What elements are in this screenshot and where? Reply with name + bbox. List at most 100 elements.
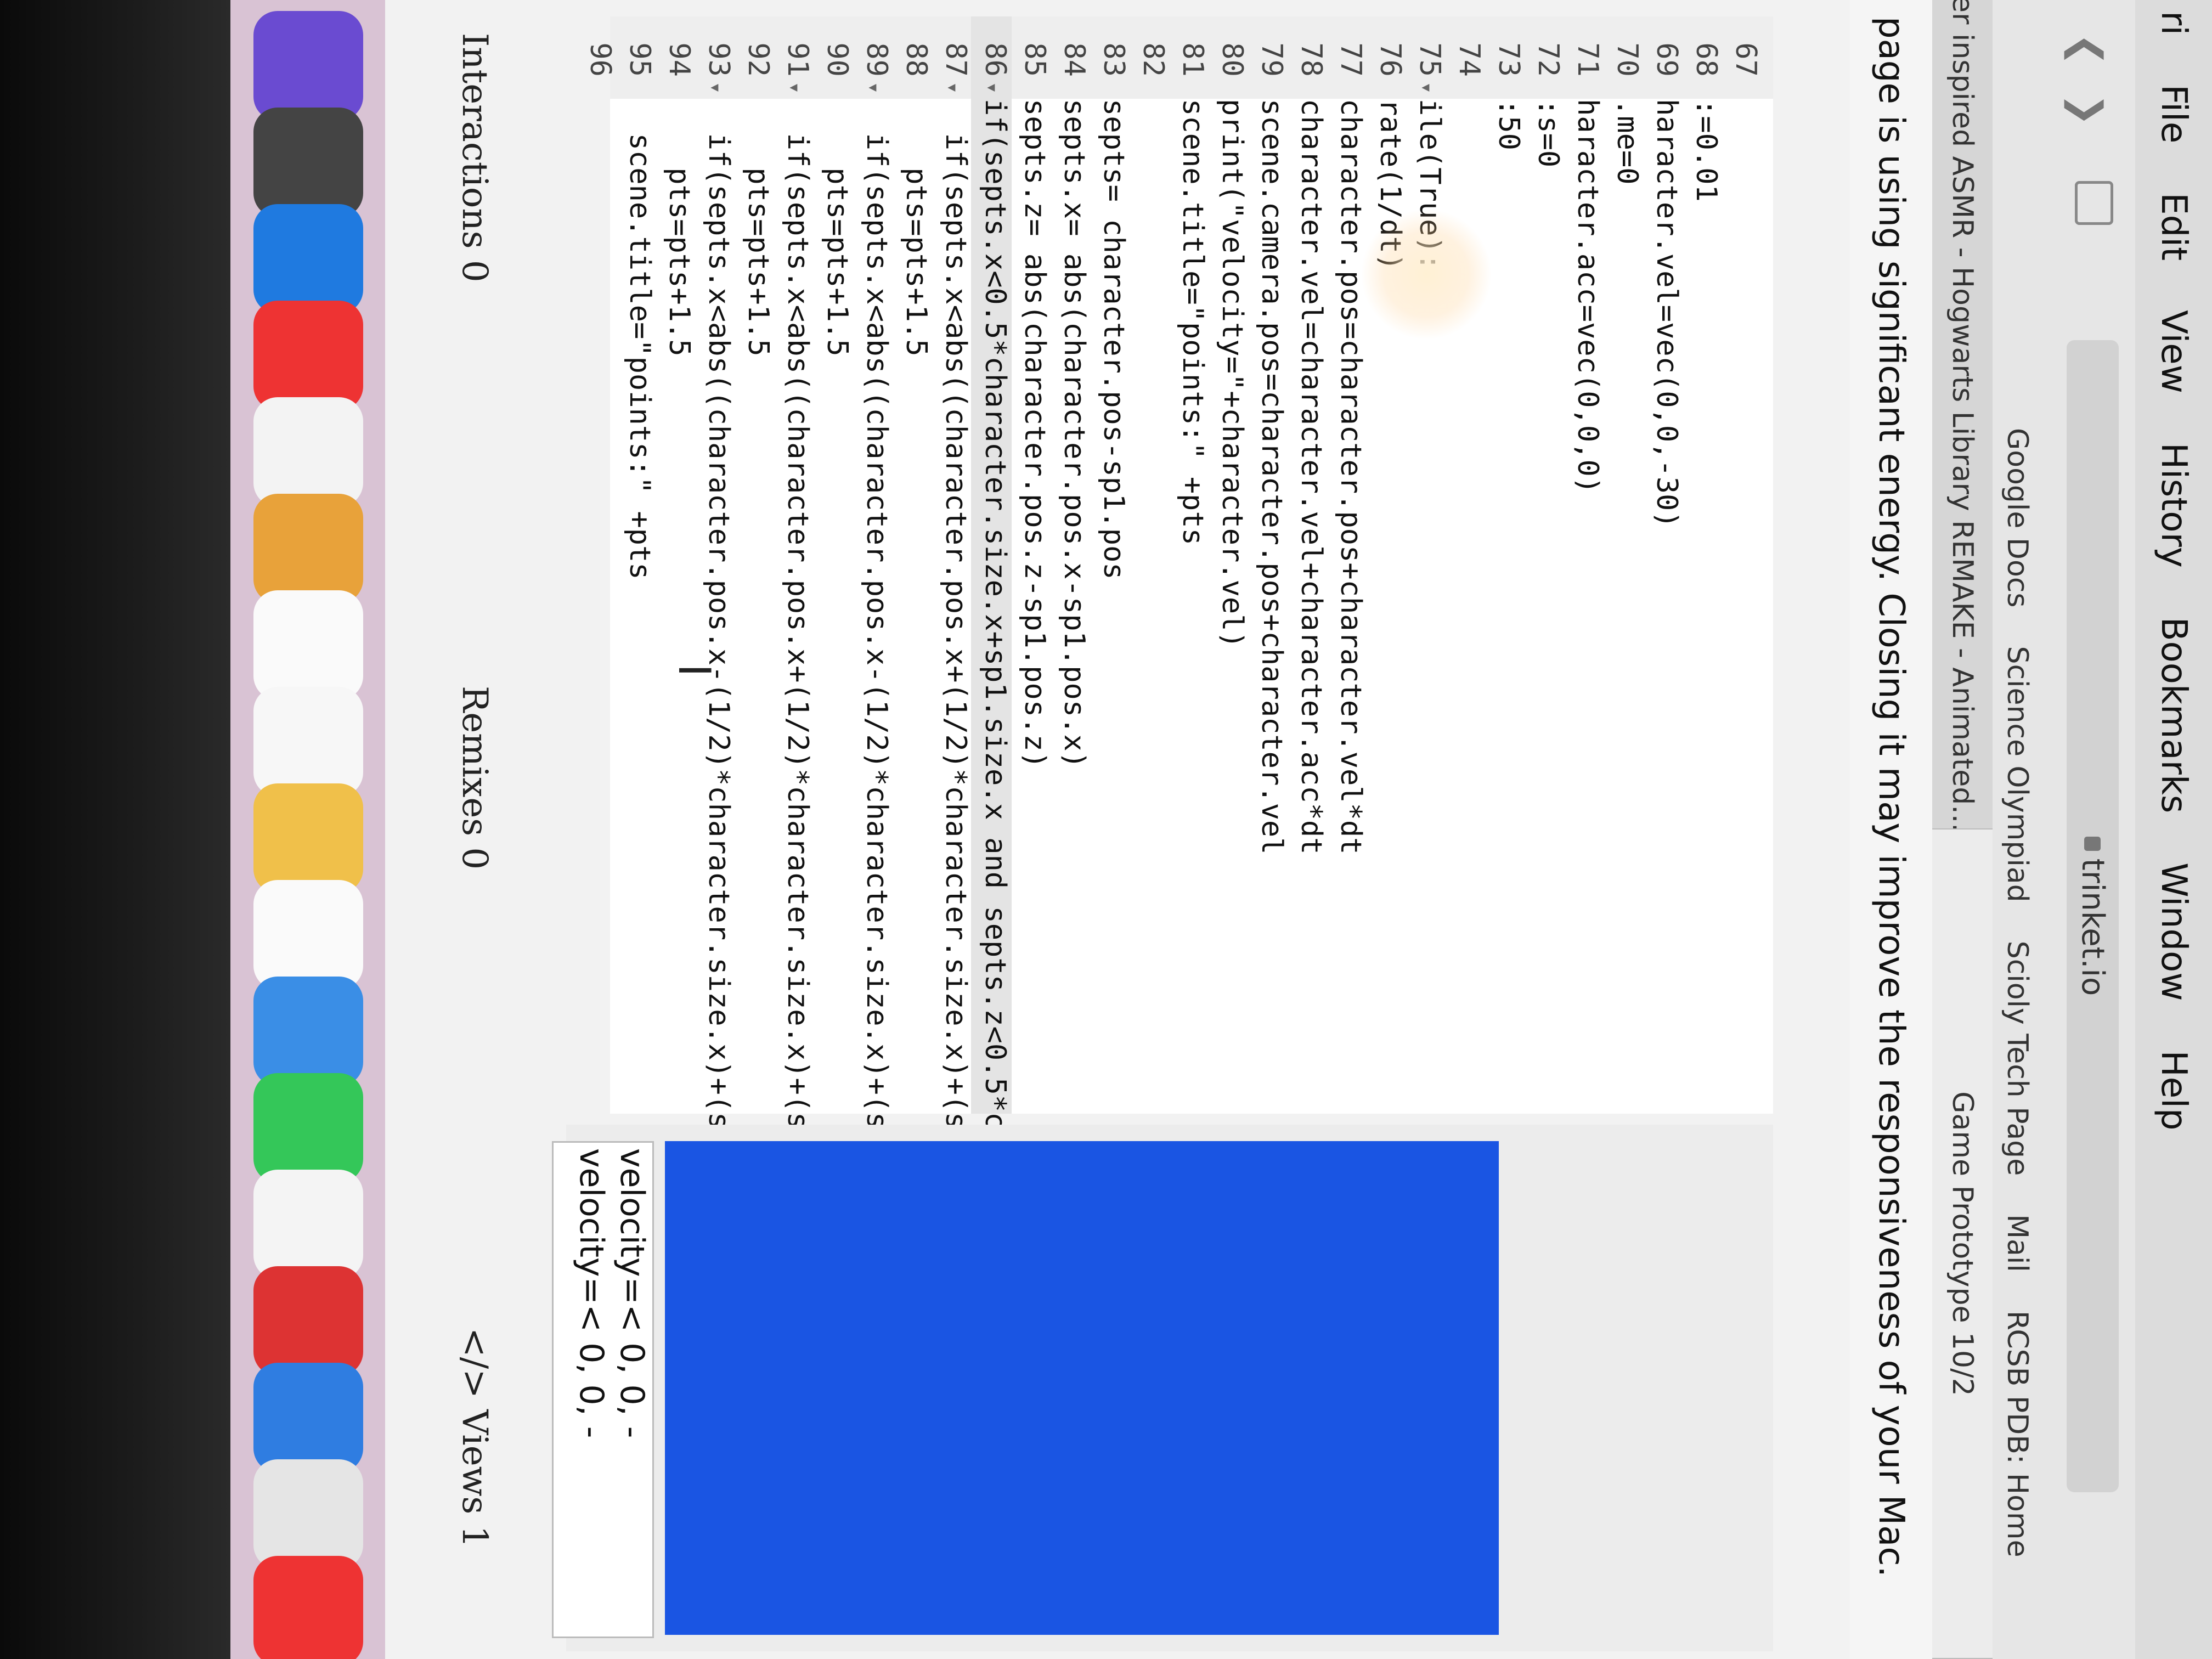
line-number: 72 xyxy=(1532,42,1565,77)
line-number: 71 xyxy=(1571,42,1604,77)
code-line[interactable]: 77 character.pos=character.pos+character.… xyxy=(1327,16,1367,1114)
code-line[interactable]: 82 xyxy=(1129,16,1170,1114)
menu-history[interactable]: History xyxy=(2153,443,2194,568)
code-line[interactable]: 92 pts=pts+1.5 xyxy=(734,16,775,1114)
code-line[interactable]: 71 haracter.acc=vec(0,0,0) xyxy=(1564,16,1604,1114)
vpython-scene-canvas[interactable] xyxy=(665,1141,1499,1635)
text-cursor-icon: I xyxy=(669,664,720,677)
code-line[interactable]: 93▾ if(septs.x<abs((character.pos.x-(1/2… xyxy=(695,16,735,1198)
menu-edit[interactable]: Edit xyxy=(2153,193,2194,261)
dock-app-icon[interactable] xyxy=(253,687,363,797)
code-line[interactable]: 68:=0.01 xyxy=(1682,16,1723,1114)
bookmarks-bar: Google Docs Science Olympiad Scioly Tech… xyxy=(1993,0,2042,1659)
code-line[interactable]: 94 pts=pts+1.5 xyxy=(655,16,696,1114)
code-text: scene.camera.pos=character.pos+character… xyxy=(1255,99,1288,855)
code-line[interactable]: 89▾ if(septs.x<abs((character.pos.x-(1/2… xyxy=(853,16,893,1198)
code-line[interactable]: 90 pts=pts+1.5 xyxy=(813,16,854,1114)
line-number: 79 xyxy=(1255,42,1288,77)
bookmark-science-olympiad[interactable]: Science Olympiad xyxy=(2001,646,2034,902)
dock-app-icon[interactable] xyxy=(253,1266,363,1376)
code-line[interactable]: 95 scene.title="points:" +pts xyxy=(616,16,656,1114)
menu-window[interactable]: Window xyxy=(2153,862,2194,1001)
line-number: 85 xyxy=(1018,42,1051,77)
code-line[interactable]: 87▾ if(septs.x<abs((character.pos.x+(1/2… xyxy=(932,16,972,1198)
dock-app-icon[interactable] xyxy=(253,880,363,990)
code-line[interactable]: 72:s=0 xyxy=(1524,16,1565,1114)
code-line[interactable]: 85 septs.z= abs(character.pos.z-sp1.pos.z… xyxy=(1011,16,1051,1114)
dock-app-icon[interactable] xyxy=(253,1073,363,1183)
console-line: velocity=< 0, 0, - xyxy=(613,1148,651,1438)
forward-icon[interactable]: ❯ xyxy=(2064,93,2111,126)
code-line[interactable]: 88 pts=pts+1.5 xyxy=(892,16,933,1114)
back-icon[interactable]: ❮ xyxy=(2064,33,2111,66)
code-line[interactable]: 80 print("velocity="+character.vel) xyxy=(1208,16,1249,1114)
tab-asmr[interactable]: otter inspired ASMR - Hogwarts Library R… xyxy=(1932,0,1993,830)
bookmark-rcsb[interactable]: RCSB PDB: Home xyxy=(2001,1311,2034,1558)
menu-bar: ri File Edit View History Bookmarks Wind… xyxy=(2135,0,2212,1659)
dock-app-icon[interactable] xyxy=(253,1556,363,1659)
bookmark-scioly-tech[interactable]: Scioly Tech Page xyxy=(2001,941,2034,1176)
dock-app-icon[interactable] xyxy=(253,1170,363,1279)
code-text: if(septs.x<abs((character.pos.x-(1/2)*ch… xyxy=(860,99,893,1198)
dock-app-icon[interactable] xyxy=(253,1363,363,1472)
code-line[interactable]: 76rate(1/dt) xyxy=(1366,16,1407,1114)
tab-game-prototype[interactable]: Game Prototype 10/2 xyxy=(1932,830,1993,1659)
menu-bookmarks[interactable]: Bookmarks xyxy=(2153,617,2194,814)
code-line[interactable]: 73:50 xyxy=(1485,16,1525,1114)
code-line[interactable]: 91▾ if(septs.x<abs((character.pos.x+(1/2… xyxy=(774,16,814,1198)
fold-arrow-icon[interactable]: ▾ xyxy=(783,77,806,99)
code-line[interactable]: 74 xyxy=(1445,16,1486,1114)
menu-app[interactable]: ri xyxy=(2153,11,2194,35)
fold-arrow-icon[interactable]: ▾ xyxy=(981,77,1003,99)
line-number: 89 xyxy=(860,42,893,77)
menu-file[interactable]: File xyxy=(2153,84,2194,143)
code-line[interactable]: 70 .me=0 xyxy=(1603,16,1644,1114)
code-text: if(septs.x<0.5*character.size.x+sp1.size… xyxy=(979,99,1012,1198)
fold-arrow-icon[interactable]: ▾ xyxy=(704,77,727,99)
code-text: print("velocity="+character.vel) xyxy=(1216,99,1249,648)
remixes-count: Remixes 0 xyxy=(454,686,495,870)
fold-arrow-icon[interactable]: ▾ xyxy=(941,77,964,99)
code-line[interactable]: 78 character.vel=character.vel+character.… xyxy=(1287,16,1328,1114)
lamp-reflection xyxy=(1361,208,1492,340)
code-line[interactable]: 69 haracter.vel=vec(0,0,-30) xyxy=(1643,16,1683,1114)
code-line[interactable]: 86▾if(septs.x<0.5*character.size.x+sp1.s… xyxy=(971,16,1012,1198)
code-line[interactable]: 79 scene.camera.pos=character.pos+charact… xyxy=(1248,16,1288,1114)
bookmark-google-docs[interactable]: Google Docs xyxy=(2001,428,2034,607)
dock-app-icon[interactable] xyxy=(253,108,363,217)
line-number: 90 xyxy=(821,42,854,77)
fold-arrow-icon[interactable]: ▾ xyxy=(862,77,885,99)
line-number: 91 xyxy=(781,42,814,77)
url-bar[interactable]: trinket.io xyxy=(2067,340,2119,1492)
menu-view[interactable]: View xyxy=(2153,310,2194,393)
dock-app-icon[interactable] xyxy=(253,11,363,121)
code-line[interactable]: 84 septs.x= abs(character.pos.x-sp1.pos.x… xyxy=(1050,16,1091,1114)
line-number: 69 xyxy=(1650,42,1683,77)
code-line[interactable]: 75▾ile(True): xyxy=(1406,16,1446,1114)
code-line[interactable]: 81 scene.title="points:" +pts xyxy=(1169,16,1209,1114)
code-text: septs.x= abs(character.pos.x-sp1.pos.x) xyxy=(1058,99,1091,769)
dock-app-icon[interactable] xyxy=(253,494,363,603)
dock-app-icon[interactable] xyxy=(253,977,363,1086)
dock-app-icon[interactable] xyxy=(253,204,363,314)
dock-app-icon[interactable] xyxy=(253,1459,363,1569)
sidebar-icon[interactable] xyxy=(2075,181,2113,225)
interactions-count: Interactions 0 xyxy=(454,33,495,283)
code-editor[interactable]: 67 68:=0.01 69 haracter.vel=vec(0,0,-30) 70.… xyxy=(584,16,1773,1198)
code-line[interactable]: 83 septs= character.pos-sp1.pos xyxy=(1090,16,1130,1114)
code-text: septs.z= abs(character.pos.z-sp1.pos.z) xyxy=(1018,99,1051,769)
code-line[interactable]: 67 xyxy=(1722,16,1762,1114)
menu-help[interactable]: Help xyxy=(2153,1051,2194,1131)
dock-app-icon[interactable] xyxy=(253,397,363,507)
line-number: 77 xyxy=(1334,42,1367,77)
dock-app-icon[interactable] xyxy=(253,301,363,410)
code-text: pts=pts+1.5 xyxy=(821,99,854,357)
bookmark-mail[interactable]: Mail xyxy=(2001,1214,2034,1272)
console-output: velocity=< 0, 0, - velocity=< 0, 0, - xyxy=(552,1141,654,1638)
dock-app-icon[interactable] xyxy=(253,590,363,700)
fold-arrow-icon[interactable]: ▾ xyxy=(1415,77,1438,99)
dock-app-icon[interactable] xyxy=(253,783,363,893)
dock xyxy=(230,0,385,1659)
code-text: character.pos=character.pos+character.ve… xyxy=(1334,99,1367,855)
code-line[interactable]: 96 xyxy=(576,16,617,1114)
